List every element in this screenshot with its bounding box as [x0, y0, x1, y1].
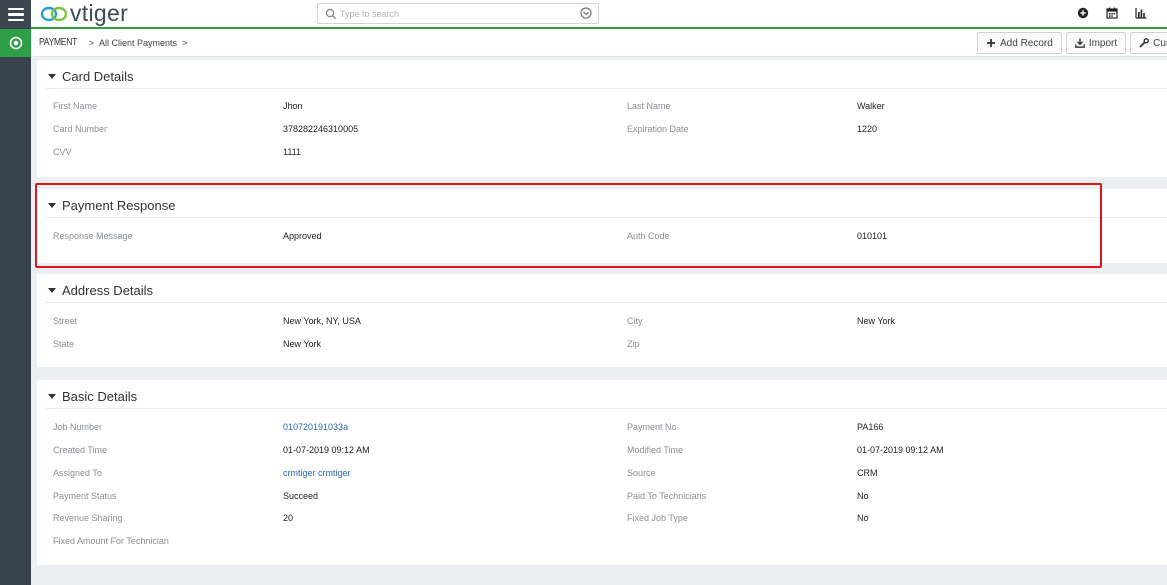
field-row: Revenue Sharing 20 Fixed Job Type No	[37, 513, 1167, 533]
caret-down-icon	[48, 74, 56, 79]
address-details-block: Address Details Street New York, NY, USA…	[37, 274, 1167, 367]
paid-to-technicians-value: No	[857, 491, 869, 501]
field-label: Job Number	[53, 422, 103, 432]
last-name-value: Walker	[857, 101, 885, 111]
card-details-toggle[interactable]: Card Details	[48, 69, 134, 84]
search-input[interactable]	[340, 5, 570, 22]
first-name-value: Jhon	[283, 101, 303, 111]
field-label: Paid To Technicians	[627, 491, 707, 501]
field-row: Street New York, NY, USA City New York	[37, 316, 1167, 336]
logo-text: vtiger	[70, 0, 129, 26]
caret-down-icon	[48, 288, 56, 293]
job-number-link[interactable]: 010720191033a	[283, 422, 348, 432]
assigned-to-link[interactable]: crmtiger crmtiger	[283, 468, 351, 478]
field-label: Payment Status	[53, 491, 117, 501]
customize-label: Custo	[1153, 37, 1167, 49]
section-divider	[45, 408, 1167, 409]
section-title: Card Details	[62, 69, 134, 84]
field-row: Fixed Amount For Technician	[37, 536, 1167, 556]
global-search[interactable]	[317, 3, 599, 24]
field-row: Job Number 010720191033a Payment No PA16…	[37, 422, 1167, 442]
add-record-label: Add Record	[1000, 37, 1053, 49]
field-label: Modified Time	[627, 445, 684, 455]
field-label: Created Time	[53, 445, 108, 455]
source-value: CRM	[857, 468, 878, 478]
field-label: City	[627, 316, 643, 326]
menu-icon[interactable]	[0, 0, 31, 29]
section-divider	[45, 302, 1167, 303]
cvv-value: 1111	[283, 147, 302, 157]
section-title: Address Details	[62, 283, 154, 298]
state-value: New York	[283, 339, 322, 349]
module-payment-button[interactable]	[0, 29, 31, 57]
reports-chart-icon[interactable]	[1135, 7, 1147, 19]
payment-status-value: Succeed	[283, 491, 319, 501]
module-header: PAYMENT > All Client Payments > Add Reco…	[31, 29, 1167, 57]
top-bar: vtiger	[0, 0, 1167, 29]
card-details-block: Card Details First Name Jhon Last Name W…	[37, 60, 1167, 177]
field-label: First Name	[53, 101, 98, 111]
field-label: Expiration Date	[627, 124, 689, 134]
fixed-job-type-value: No	[857, 513, 869, 523]
field-row: State New York Zip	[37, 339, 1167, 359]
field-label: Card Number	[53, 124, 108, 134]
section-title: Basic Details	[62, 389, 138, 404]
card-number-value: 378282246310005	[283, 124, 359, 134]
search-icon	[325, 8, 337, 20]
breadcrumb-separator: >	[88, 37, 95, 48]
created-time-value: 01-07-2019 09:12 AM	[283, 445, 370, 455]
field-row: Payment Status Succeed Paid To Technicia…	[37, 491, 1167, 511]
customize-button[interactable]: Custo	[1130, 32, 1167, 54]
breadcrumb-module[interactable]: PAYMENT	[39, 37, 77, 48]
field-label: Assigned To	[53, 468, 102, 478]
city-value: New York	[857, 316, 896, 326]
field-label: Source	[627, 468, 656, 478]
field-label: Last Name	[627, 101, 671, 111]
wrench-icon	[1139, 38, 1150, 48]
field-label: Zip	[627, 339, 640, 349]
breadcrumb: PAYMENT > All Client Payments >	[39, 37, 187, 48]
field-label: Revenue Sharing	[53, 513, 123, 523]
field-row: Card Number 378282246310005 Expiration D…	[37, 124, 1167, 144]
street-value: New York, NY, USA	[283, 316, 361, 326]
app-logo[interactable]: vtiger	[40, 0, 128, 27]
breadcrumb-separator: >	[182, 37, 188, 48]
section-divider	[45, 88, 1167, 89]
highlight-box	[35, 183, 1102, 268]
field-row: Created Time 01-07-2019 09:12 AM Modifie…	[37, 445, 1167, 465]
add-record-button[interactable]: Add Record	[977, 32, 1062, 54]
field-row: First Name Jhon Last Name Walker	[37, 101, 1167, 121]
caret-down-icon	[48, 394, 56, 399]
field-label: CVV	[53, 147, 72, 157]
field-label: Street	[53, 316, 78, 326]
payment-no-value: PA166	[857, 422, 884, 432]
basic-details-toggle[interactable]: Basic Details	[48, 389, 137, 404]
field-label: Fixed Amount For Technician	[53, 536, 169, 546]
download-icon	[1074, 38, 1085, 48]
revenue-sharing-value: 20	[283, 513, 294, 523]
field-label: State	[53, 339, 75, 349]
field-row: Assigned To crmtiger crmtiger Source CRM	[37, 468, 1167, 488]
quick-create-icon[interactable]	[1077, 7, 1089, 19]
import-button[interactable]: Import	[1065, 32, 1127, 54]
plus-icon	[987, 39, 995, 47]
expiration-date-value: 1220	[857, 124, 878, 134]
search-options-icon[interactable]	[580, 7, 592, 19]
field-label: Fixed Job Type	[627, 513, 688, 523]
calendar-icon[interactable]	[1106, 7, 1118, 19]
left-module-strip	[0, 29, 31, 585]
import-label: Import	[1088, 37, 1118, 49]
basic-details-block: Basic Details Job Number 010720191033a P…	[37, 380, 1167, 565]
modified-time-value: 01-07-2019 09:12 AM	[857, 445, 944, 455]
module-target-icon	[9, 36, 22, 50]
address-details-toggle[interactable]: Address Details	[48, 283, 153, 298]
field-label: Payment No	[627, 422, 677, 432]
vtiger-logo-icon	[40, 6, 68, 21]
breadcrumb-view[interactable]: All Client Payments	[99, 38, 177, 48]
field-row: CVV 1111	[37, 147, 1167, 167]
